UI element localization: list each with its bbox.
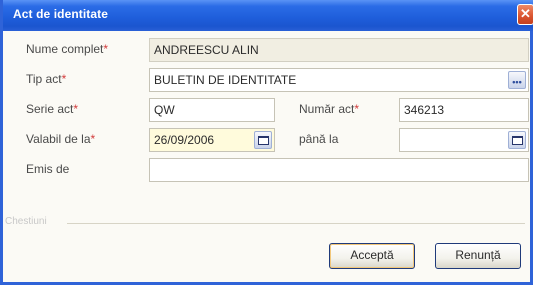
required-mark: * (61, 72, 67, 86)
valid-to-calendar-button[interactable] (508, 131, 526, 149)
close-icon: ✕ (520, 6, 531, 21)
full-name-field[interactable]: ANDREESCU ALIN (149, 38, 529, 62)
required-mark: * (90, 132, 96, 146)
series-field[interactable]: QW (149, 98, 275, 122)
full-name-label: Nume complet* (26, 42, 109, 56)
full-name-value: ANDREESCU ALIN (154, 43, 259, 57)
doc-type-picker-button[interactable]: ••• (508, 71, 526, 89)
issued-by-label: Emis de (26, 162, 70, 176)
series-value: QW (154, 103, 175, 117)
dialog-window: Act de identitate ✕ Nume complet* ANDREE… (0, 0, 533, 285)
valid-from-value: 26/09/2006 (154, 133, 215, 147)
required-mark: * (103, 42, 109, 56)
close-button[interactable]: ✕ (517, 4, 533, 25)
required-mark: * (354, 102, 360, 116)
valid-to-field[interactable] (399, 128, 529, 152)
valid-from-field[interactable]: 26/09/2006 (149, 128, 275, 152)
doc-type-value: BULETIN DE IDENTITATE (154, 73, 297, 87)
cancel-button[interactable]: Renunță (435, 243, 521, 269)
required-mark: * (73, 102, 79, 116)
valid-from-calendar-button[interactable] (254, 131, 272, 149)
issued-by-field[interactable] (149, 158, 529, 182)
calendar-icon (511, 135, 523, 145)
valid-to-label: până la (299, 132, 339, 146)
series-label: Serie act* (26, 102, 79, 116)
accept-button[interactable]: Acceptă (329, 243, 415, 269)
dialog-title: Act de identitate (13, 7, 109, 21)
group-divider (67, 223, 525, 224)
title-bar[interactable]: Act de identitate ✕ (3, 0, 533, 31)
ellipsis-icon: ••• (512, 76, 522, 87)
doc-type-field[interactable]: BULETIN DE IDENTITATE ••• (149, 68, 529, 92)
valid-from-label: Valabil de la* (26, 132, 96, 146)
number-field[interactable]: 346213 (399, 98, 529, 122)
number-label: Număr act* (299, 102, 360, 116)
group-legend: Chestiuni (5, 216, 47, 227)
number-value: 346213 (404, 103, 445, 117)
calendar-icon (257, 135, 269, 145)
doc-type-label: Tip act* (26, 72, 67, 86)
